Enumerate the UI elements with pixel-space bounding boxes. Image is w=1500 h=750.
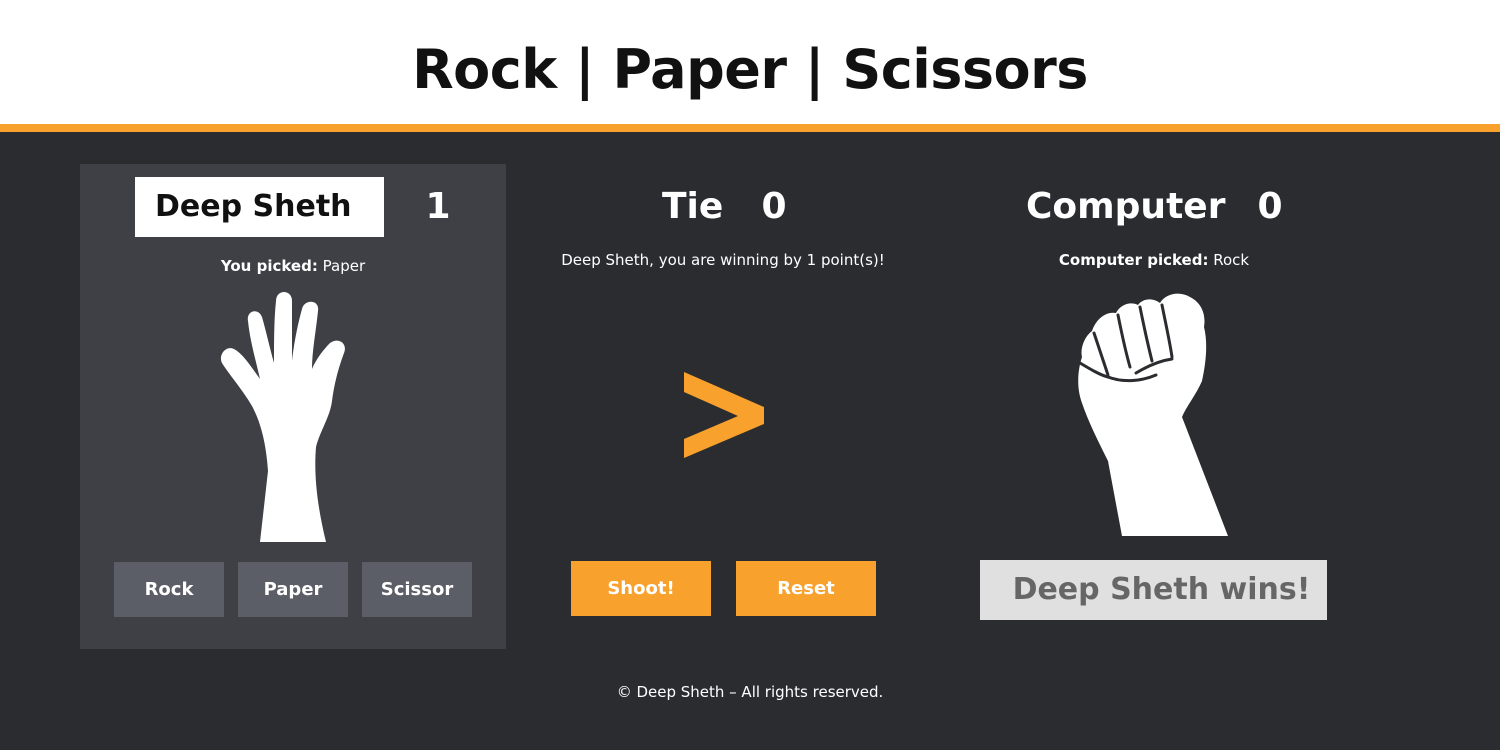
- scissor-button[interactable]: Scissor: [362, 562, 472, 617]
- computer-picked-value: Rock: [1213, 251, 1250, 269]
- fist-rock-icon: [1078, 293, 1228, 536]
- tie-score: 0: [761, 186, 787, 227]
- open-hand-paper-icon: [220, 292, 345, 542]
- player-score: 1: [425, 186, 451, 227]
- computer-score: 0: [1257, 186, 1283, 227]
- computer-picked-text: Computer picked: Rock: [954, 250, 1354, 270]
- player-name-input[interactable]: [135, 177, 384, 237]
- shoot-button[interactable]: Shoot!: [571, 561, 711, 616]
- footer-copyright: © Deep Sheth – All rights reserved.: [616, 683, 884, 701]
- rock-button[interactable]: Rock: [114, 562, 224, 617]
- player-picked-text: You picked: Paper: [93, 256, 493, 276]
- computer-picked-label: Computer picked:: [1058, 251, 1209, 269]
- page-title: Rock | Paper | Scissors: [412, 38, 1088, 101]
- status-message: Deep Sheth, you are winning by 1 point(s…: [561, 251, 885, 269]
- computer-label: Computer: [1026, 186, 1226, 227]
- page-header: Rock | Paper | Scissors: [0, 0, 1500, 132]
- greater-than-icon: [684, 372, 764, 458]
- result-message: Deep Sheth wins!: [980, 560, 1327, 620]
- player-panel: 1 You picked: Paper Rock Paper Scissor: [80, 164, 506, 649]
- tie-label: Tie: [662, 186, 724, 227]
- paper-button[interactable]: Paper: [238, 562, 348, 617]
- player-picked-value: Paper: [322, 257, 366, 275]
- player-picked-label: You picked:: [220, 257, 318, 275]
- reset-button[interactable]: Reset: [736, 561, 876, 616]
